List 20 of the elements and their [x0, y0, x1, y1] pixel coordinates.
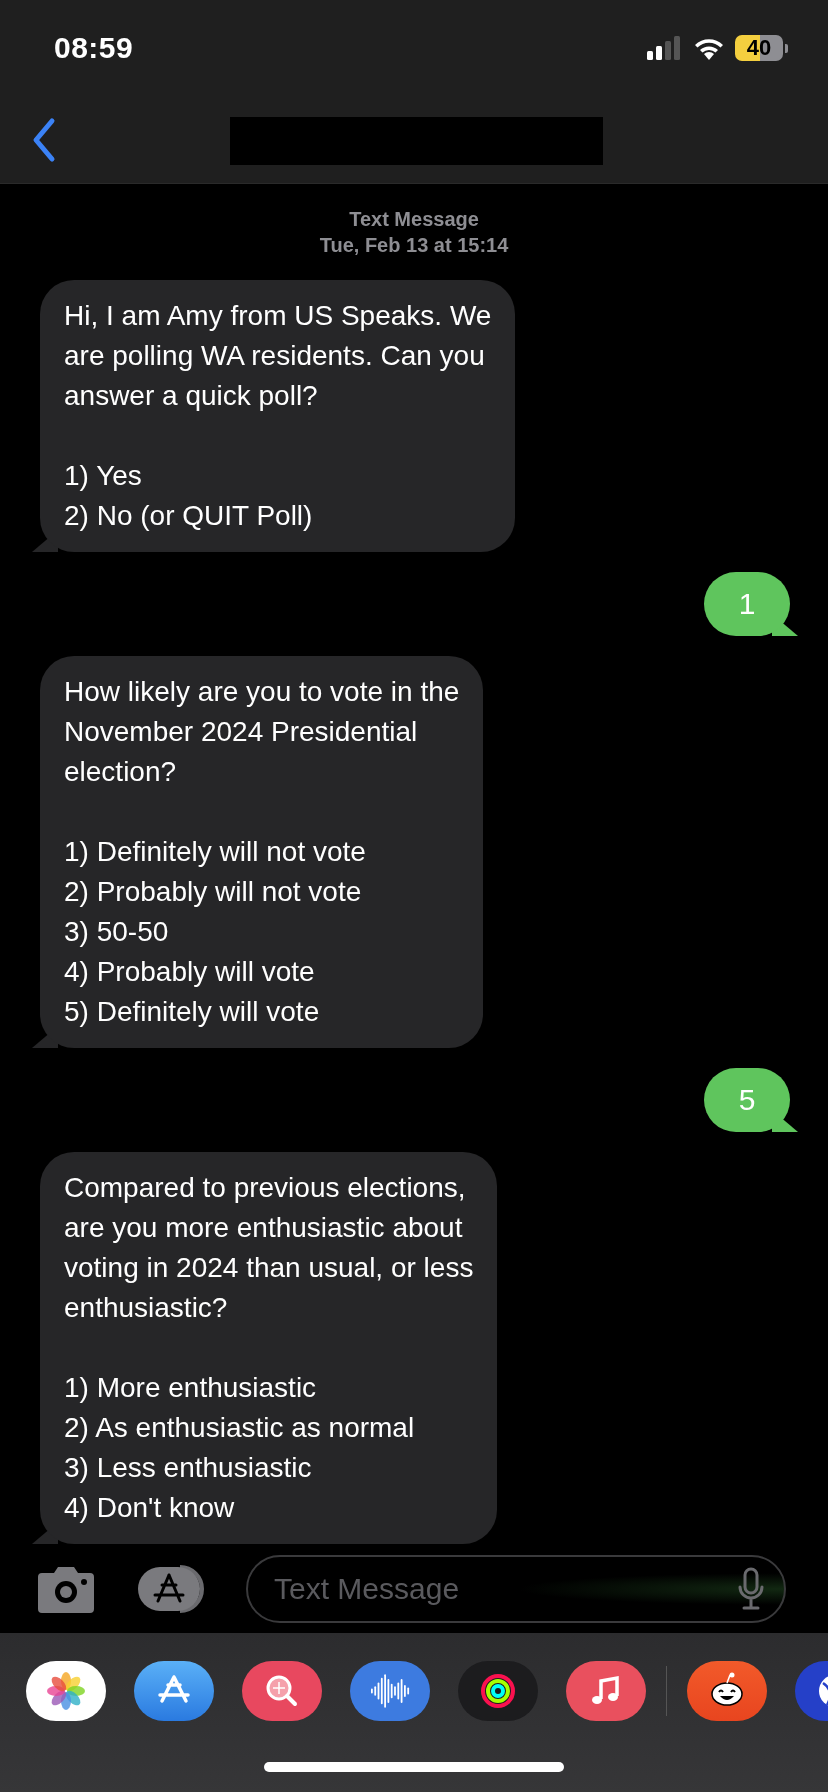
status-time: 08:59: [54, 31, 134, 65]
message-bubble: Compared to previous elections, are you more enthusiastic about voting in 2024 than usual, or less enthusiastic? 1) More enthusiastic 2) As enthusiastic as normal 3) Less enthusiastic 4) Don't know: [32, 1152, 498, 1544]
message-timestamp: Tue, Feb 13 at 15:14: [319, 233, 509, 258]
music-note-icon[interactable]: [566, 1661, 646, 1721]
microphone-icon[interactable]: [738, 1567, 764, 1611]
signal-icon: [647, 36, 683, 60]
wifi-icon: [693, 36, 725, 60]
app-store-icon[interactable]: [134, 1661, 214, 1721]
message-bubble: Hi, I am Amy from US Speaks. We are polling WA residents. Can you answer a quick poll? 1) Yes 2) No (or QUIT Poll): [32, 280, 516, 552]
reply-bubble: 5: [704, 1068, 798, 1132]
reply-bubble: 1: [704, 572, 798, 636]
message-field[interactable]: Text Message: [246, 1555, 786, 1623]
flower-icon[interactable]: [26, 1661, 106, 1721]
search-icon[interactable]: [242, 1661, 322, 1721]
camera-icon[interactable]: [36, 1565, 96, 1613]
battery-icon: 40: [735, 35, 783, 61]
service-label: Text Message: [349, 207, 479, 232]
smiley-face-icon[interactable]: [687, 1661, 767, 1721]
message-bubble: How likely are you to vote in the November 2024 Presidential election? 1) Definitely will not vote 2) Probably will not vote 3) 50-50 4) Probably will vote 5) Definitely will vote: [32, 656, 484, 1048]
waveform-icon[interactable]: [350, 1661, 430, 1721]
